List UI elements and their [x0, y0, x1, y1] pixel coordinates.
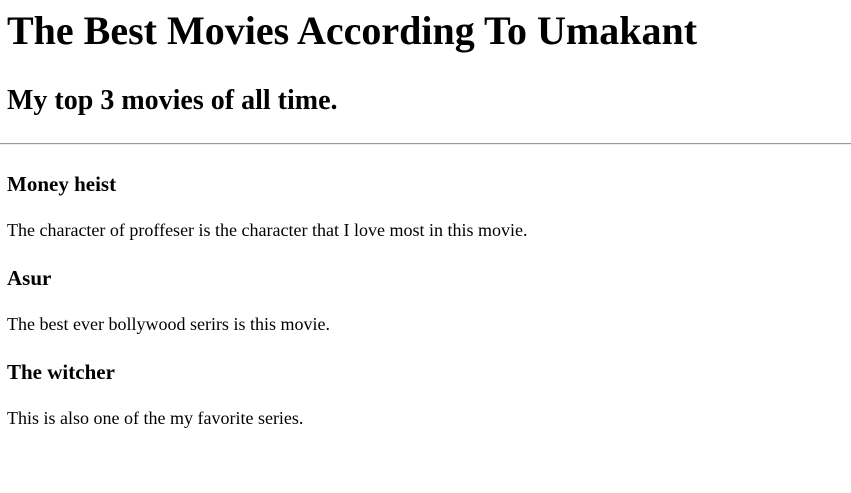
movie-description: This is also one of the my favorite seri…	[7, 408, 304, 428]
movie-title: Money heist	[7, 172, 117, 196]
movie-item-1: Money heist The character of proffeser i…	[7, 172, 851, 241]
page: The Best Movies According To Umakant My …	[0, 8, 851, 429]
movie-title: Asur	[7, 266, 52, 290]
divider	[0, 143, 851, 145]
movie-description: The character of proffeser is the charac…	[7, 220, 528, 240]
page-subtitle: My top 3 movies of all time.	[7, 85, 338, 116]
page-title: The Best Movies According To Umakant	[7, 8, 698, 53]
movie-item-3: The witcher This is also one of the my f…	[7, 360, 851, 429]
movie-description: The best ever bollywood serirs is this m…	[7, 314, 330, 334]
movie-title: The witcher	[7, 360, 115, 384]
movie-item-2: Asur The best ever bollywood serirs is t…	[7, 266, 851, 335]
